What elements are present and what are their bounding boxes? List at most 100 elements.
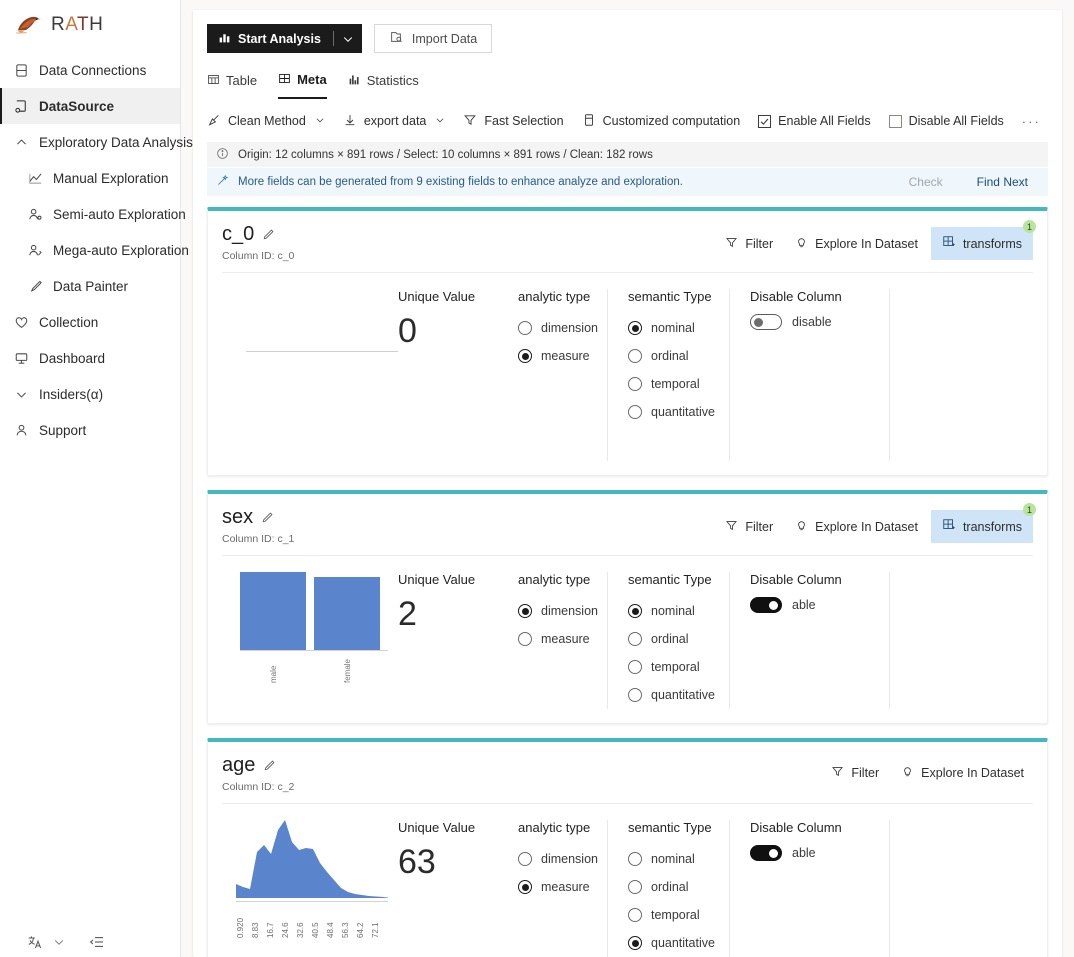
start-analysis-button[interactable]: Start Analysis bbox=[207, 24, 362, 53]
sidebar-item-manual-exploration[interactable]: Manual Exploration bbox=[0, 160, 180, 196]
export-data-button[interactable]: export data bbox=[343, 113, 446, 130]
field-distribution-chart: 0.920 8.83 16.7 24.6 32.6 40.5 48.4 56.3… bbox=[222, 820, 398, 957]
filter-button[interactable]: Filter bbox=[716, 512, 782, 542]
heart-icon bbox=[13, 314, 29, 330]
transforms-count-badge: 1 bbox=[1023, 503, 1036, 516]
radio-label: temporal bbox=[651, 377, 700, 391]
semantic-type-column: semantic Type nominal ordinal temporal q… bbox=[608, 289, 730, 461]
sidebar-item-exploratory-data-analysis[interactable]: Exploratory Data Analysis bbox=[0, 124, 193, 160]
clean-method-label: Clean Method bbox=[228, 114, 306, 128]
unique-value: 63 bbox=[398, 843, 436, 881]
explore-in-dataset-button[interactable]: Explore In Dataset bbox=[892, 758, 1033, 788]
radio-measure[interactable]: measure bbox=[518, 873, 590, 901]
radio-ordinal[interactable]: ordinal bbox=[628, 342, 709, 370]
radio-nominal[interactable]: nominal bbox=[628, 597, 709, 625]
radio-measure[interactable]: measure bbox=[518, 625, 590, 653]
transforms-button[interactable]: transforms 1 bbox=[930, 503, 1036, 543]
magic-wand-icon bbox=[216, 174, 229, 190]
find-next-button[interactable]: Find Next bbox=[961, 171, 1044, 193]
field-card-actions: Filter Explore In Dataset bbox=[822, 754, 1033, 788]
disable-toggle-row: disable bbox=[750, 314, 869, 330]
disable-column-toggle[interactable] bbox=[750, 845, 782, 861]
radio-indicator bbox=[518, 321, 532, 335]
clean-method-button[interactable]: Clean Method bbox=[207, 113, 325, 130]
checkbox-unchecked-icon bbox=[888, 114, 902, 128]
field-column-id: Column ID: c_1 bbox=[222, 533, 295, 545]
tab-statistics[interactable]: Statistics bbox=[348, 69, 419, 99]
lightbulb-icon bbox=[795, 519, 808, 535]
explore-in-dataset-button[interactable]: Explore In Dataset bbox=[786, 229, 927, 259]
edit-pencil-icon[interactable] bbox=[262, 228, 275, 241]
sidebar-item-data-connections[interactable]: Data Connections bbox=[0, 52, 180, 88]
sidebar-item-label: Data Connections bbox=[39, 62, 147, 78]
edit-pencil-icon[interactable] bbox=[261, 511, 274, 524]
radio-ordinal[interactable]: ordinal bbox=[628, 873, 709, 901]
overflow-menu-button[interactable]: ··· bbox=[1022, 114, 1041, 129]
radio-nominal[interactable]: nominal bbox=[628, 845, 709, 873]
transforms-button[interactable]: transforms 1 bbox=[930, 220, 1036, 260]
chevron-down-icon[interactable] bbox=[334, 24, 362, 53]
radio-temporal[interactable]: temporal bbox=[628, 653, 709, 681]
person-icon bbox=[13, 422, 29, 438]
radio-label: quantitative bbox=[651, 936, 715, 950]
customized-computation-button[interactable]: Customized computation bbox=[582, 113, 740, 130]
radio-dimension[interactable]: dimension bbox=[518, 597, 598, 625]
semantic-type-column: semantic Type nominal ordinal temporal q… bbox=[608, 572, 730, 709]
sidebar-item-insiders[interactable]: Insiders(α) bbox=[0, 376, 180, 412]
sidebar-item-mega-auto-exploration[interactable]: Mega-auto Exploration bbox=[0, 232, 189, 268]
radio-quantitative[interactable]: quantitative bbox=[628, 398, 715, 426]
field-name: sex bbox=[222, 506, 254, 528]
fast-selection-button[interactable]: Fast Selection bbox=[463, 113, 564, 130]
radio-label: ordinal bbox=[651, 880, 689, 894]
import-data-button[interactable]: Import Data bbox=[373, 24, 493, 53]
radio-indicator bbox=[628, 321, 642, 335]
sidebar-item-data-painter[interactable]: Data Painter bbox=[0, 268, 180, 304]
bar bbox=[240, 572, 306, 650]
sidebar-item-label: Exploratory Data Analysis bbox=[39, 134, 193, 150]
disable-all-fields-button[interactable]: Disable All Fields bbox=[888, 114, 1004, 128]
radio-temporal[interactable]: temporal bbox=[628, 901, 709, 929]
radio-indicator bbox=[628, 604, 642, 618]
edit-pencil-icon[interactable] bbox=[263, 759, 276, 772]
transforms-count-badge: 1 bbox=[1023, 220, 1036, 233]
statistics-icon bbox=[348, 73, 361, 89]
explore-in-dataset-button[interactable]: Explore In Dataset bbox=[786, 512, 927, 542]
area-chart: 0.920 8.83 16.7 24.6 32.6 40.5 48.4 56.3… bbox=[232, 820, 398, 938]
sidebar-item-collection[interactable]: Collection bbox=[0, 304, 180, 340]
filter-button[interactable]: Filter bbox=[822, 758, 888, 788]
brand-letter-h: H bbox=[89, 14, 104, 35]
check-button[interactable]: Check bbox=[893, 171, 959, 193]
sidebar-item-semi-auto-exploration[interactable]: Semi-auto Exploration bbox=[0, 196, 186, 232]
sidebar-item-support[interactable]: Support bbox=[0, 412, 180, 448]
radio-dimension[interactable]: dimension bbox=[518, 314, 598, 342]
radio-temporal[interactable]: temporal bbox=[628, 370, 709, 398]
broom-icon bbox=[207, 113, 221, 130]
radio-quantitative[interactable]: quantitative bbox=[628, 929, 715, 957]
collapse-menu-icon[interactable] bbox=[88, 933, 106, 951]
disable-column-toggle[interactable] bbox=[750, 314, 782, 330]
radio-label: dimension bbox=[541, 321, 598, 335]
tab-table[interactable]: Table bbox=[207, 69, 257, 99]
radio-indicator bbox=[518, 632, 532, 646]
origin-info-text: Origin: 12 columns × 891 rows / Select: … bbox=[238, 148, 653, 161]
meta-grid-icon bbox=[278, 72, 291, 88]
sidebar-item-dashboard[interactable]: Dashboard bbox=[0, 340, 180, 376]
radio-ordinal[interactable]: ordinal bbox=[628, 625, 709, 653]
chevron-down-icon[interactable] bbox=[50, 933, 68, 951]
field-distribution-chart bbox=[222, 289, 398, 461]
disable-column-toggle[interactable] bbox=[750, 597, 782, 613]
enable-all-fields-button[interactable]: Enable All Fields bbox=[758, 114, 871, 128]
radio-measure[interactable]: measure bbox=[518, 342, 590, 370]
tab-meta[interactable]: Meta bbox=[278, 69, 327, 99]
sidebar-item-datasource[interactable]: DataSource bbox=[0, 88, 180, 124]
tab-label: Meta bbox=[297, 72, 327, 87]
language-icon[interactable] bbox=[26, 933, 44, 951]
table-icon bbox=[207, 73, 220, 89]
radio-quantitative[interactable]: quantitative bbox=[628, 681, 715, 709]
filter-button[interactable]: Filter bbox=[716, 229, 782, 259]
content-panel: Start Analysis Import Data Table Meta St… bbox=[193, 10, 1062, 957]
radio-label: temporal bbox=[651, 660, 700, 674]
radio-dimension[interactable]: dimension bbox=[518, 845, 598, 873]
radio-nominal[interactable]: nominal bbox=[628, 314, 709, 342]
axis-tick: 8.83 bbox=[251, 922, 260, 938]
